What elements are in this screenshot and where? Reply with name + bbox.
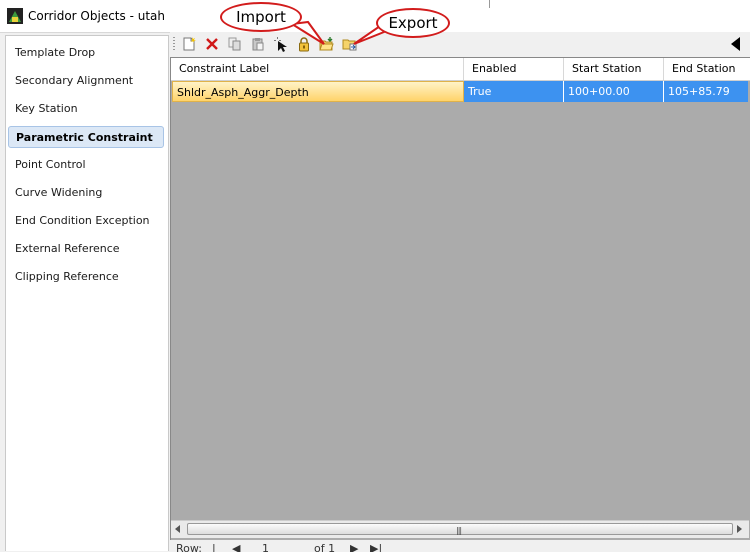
pager-of-label: of 1: [314, 542, 336, 552]
sidebar-item-curve-widening[interactable]: Curve Widening: [8, 182, 164, 204]
scroll-left-arrow-icon[interactable]: [175, 525, 180, 533]
record-navigator: Row: |◀ ◀ 1 of 1 ▶ ▶|: [170, 540, 750, 552]
corridor-app-icon: [7, 8, 23, 24]
sidebar-item-template-drop[interactable]: Template Drop: [8, 42, 164, 64]
constraint-grid: Constraint Label Enabled Start Station E…: [170, 57, 750, 550]
delete-icon[interactable]: [204, 36, 220, 52]
copy-icon[interactable]: [227, 36, 243, 52]
cell-start-station[interactable]: 100+00.00: [564, 81, 664, 102]
column-header-start-station[interactable]: Start Station: [564, 58, 664, 80]
import-callout: Import: [220, 2, 302, 32]
next-record-icon[interactable]: ▶: [350, 542, 360, 552]
horizontal-scrollbar[interactable]: |||: [171, 520, 749, 538]
toolbar: [170, 32, 750, 56]
scroll-grip-icon: |||: [456, 526, 462, 535]
object-type-list: Template Drop Secondary Alignment Key St…: [5, 35, 169, 551]
sidebar-item-key-station[interactable]: Key Station: [8, 98, 164, 120]
paste-icon[interactable]: [250, 36, 266, 52]
column-header-end-station[interactable]: End Station: [664, 58, 750, 80]
export-callout: Export: [376, 8, 450, 38]
sidebar-item-point-control[interactable]: Point Control: [8, 154, 164, 176]
pager-current-field[interactable]: 1: [262, 542, 269, 552]
column-header-constraint-label[interactable]: Constraint Label: [171, 58, 464, 80]
cell-end-station[interactable]: 105+85.79: [664, 81, 748, 102]
collapse-panel-arrow-icon[interactable]: [731, 37, 740, 51]
sidebar-item-parametric-constraint[interactable]: Parametric Constraint: [8, 126, 164, 148]
sidebar-item-clipping-reference[interactable]: Clipping Reference: [8, 266, 164, 288]
scroll-right-arrow-icon[interactable]: [737, 525, 742, 533]
select-icon[interactable]: [273, 36, 289, 52]
cell-constraint-label[interactable]: Shldr_Asph_Aggr_Depth: [172, 81, 464, 102]
last-record-icon[interactable]: ▶|: [370, 542, 382, 552]
scroll-thumb[interactable]: |||: [187, 523, 733, 535]
table-row[interactable]: Shldr_Asph_Aggr_Depth True 100+00.00 105…: [171, 81, 750, 102]
toolbar-grip[interactable]: [173, 37, 175, 51]
sidebar-item-secondary-alignment[interactable]: Secondary Alignment: [8, 70, 164, 92]
column-header-enabled[interactable]: Enabled: [464, 58, 564, 80]
previous-record-icon[interactable]: ◀: [232, 542, 242, 552]
cell-enabled[interactable]: True: [464, 81, 564, 102]
sidebar-item-external-reference[interactable]: External Reference: [8, 238, 164, 260]
first-record-icon[interactable]: |◀: [212, 542, 222, 552]
window-title: Corridor Objects - utah: [28, 9, 165, 23]
title-divider: [489, 0, 490, 8]
pager-rows-label: Row:: [176, 542, 202, 552]
sidebar-item-end-condition-exception[interactable]: End Condition Exception: [8, 210, 164, 232]
grid-header: Constraint Label Enabled Start Station E…: [171, 58, 750, 81]
new-icon[interactable]: [181, 36, 197, 52]
